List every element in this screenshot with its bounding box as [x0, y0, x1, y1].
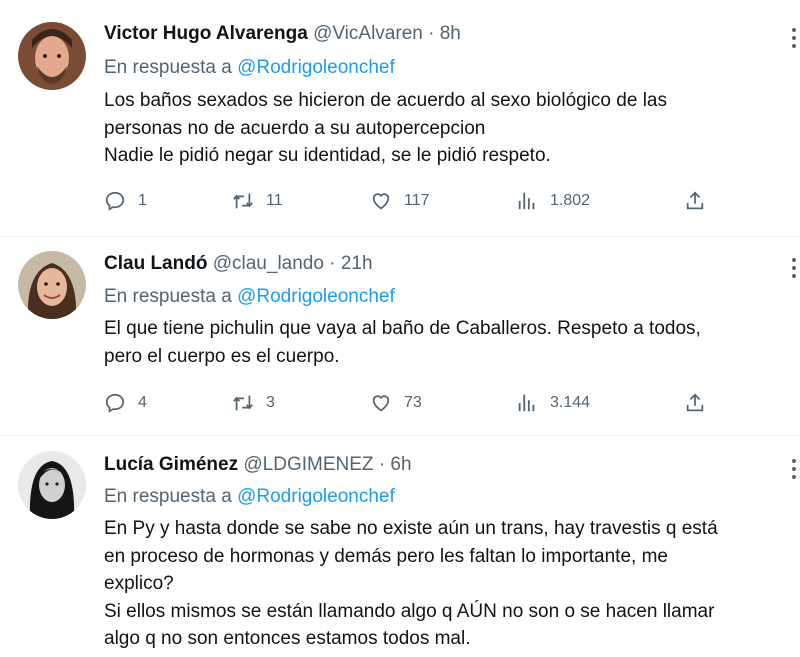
like-count: 73 — [404, 394, 422, 411]
tweet-text-line: En Py y hasta donde se sabe no existe aú… — [104, 518, 718, 539]
tweet-header: Clau Landó @clau_lando · 21h — [104, 251, 373, 277]
like-button[interactable]: 73 — [370, 389, 422, 417]
retweet-icon — [233, 193, 253, 209]
tweet-text-line: personas no de acuerdo a su autopercepci… — [104, 117, 486, 139]
heart-icon — [372, 395, 390, 412]
share-button[interactable] — [684, 389, 706, 417]
more-icon[interactable] — [786, 256, 800, 280]
views-icon — [518, 192, 535, 210]
separator: · — [378, 454, 386, 475]
views-button[interactable]: 1.802 — [516, 187, 590, 215]
view-count: 1.802 — [550, 192, 591, 209]
tweet-header: Victor Hugo Alvarenga @VicAlvaren · 8h — [104, 21, 461, 47]
avatar-image — [18, 22, 86, 90]
author-handle[interactable]: @VicAlvaren — [313, 23, 423, 44]
tweet-text: El que tiene pichulin que vaya al baño d… — [104, 315, 794, 370]
share-icon — [686, 191, 704, 210]
retweet-button[interactable]: 3 — [232, 389, 275, 417]
reply-mention-link[interactable]: @Rodrigoleonchef — [237, 57, 395, 78]
retweet-count: 11 — [266, 192, 283, 209]
views-icon — [518, 394, 535, 412]
reply-prefix: En respuesta a — [104, 286, 232, 307]
reply-count: 1 — [138, 192, 147, 209]
author-name[interactable]: Clau Landó — [104, 253, 207, 274]
reply-mention-link[interactable]: @Rodrigoleonchef — [237, 286, 395, 307]
reply-count: 4 — [138, 394, 147, 411]
avatar-image — [18, 451, 86, 519]
tweet-actions: 4 3 73 3.144 — [104, 389, 724, 417]
reply-mention-link[interactable]: @Rodrigoleonchef — [237, 486, 395, 507]
tweet-text-line: explico? — [104, 573, 174, 594]
tweet-text-line: Si ellos mismos se están llamando algo q… — [104, 600, 715, 622]
retweet-button[interactable]: 11 — [232, 187, 283, 215]
heart-icon — [372, 193, 390, 210]
avatar[interactable] — [18, 251, 86, 319]
tweet-text-line: pero el cuerpo es el cuerpo. — [104, 345, 340, 367]
timestamp[interactable]: 21h — [341, 253, 373, 274]
like-count: 117 — [404, 192, 430, 209]
tweet-text-line: Nadie le pidió negar su identidad, se le… — [104, 145, 551, 166]
more-icon[interactable] — [786, 26, 800, 50]
timestamp[interactable]: 6h — [390, 454, 411, 475]
reply-icon — [105, 393, 125, 413]
tweet-text-line: algo q no son entonces estamos todos mal… — [104, 628, 471, 649]
view-count: 3.144 — [550, 394, 591, 411]
author-name[interactable]: Victor Hugo Alvarenga — [104, 23, 308, 44]
tweet[interactable]: Victor Hugo Alvarenga @VicAlvaren · 8h E… — [0, 0, 800, 236]
tweet[interactable]: Clau Landó @clau_lando · 21h En respuest… — [0, 237, 800, 435]
like-button[interactable]: 117 — [370, 187, 430, 215]
tweet-text-line: Los baños sexados se hicieron de acuerdo… — [104, 90, 667, 111]
reply-context: En respuesta a @Rodrigoleonchef — [104, 55, 395, 81]
share-button[interactable] — [684, 187, 706, 215]
reply-prefix: En respuesta a — [104, 57, 232, 78]
reply-icon — [105, 191, 125, 211]
tweet-text: Los baños sexados se hicieron de acuerdo… — [104, 87, 794, 170]
author-name[interactable]: Lucía Giménez — [104, 454, 238, 475]
avatar[interactable] — [18, 451, 86, 519]
author-handle[interactable]: @LDGIMENEZ — [243, 454, 373, 475]
timestamp[interactable]: 8h — [440, 23, 461, 44]
views-button[interactable]: 3.144 — [516, 389, 590, 417]
tweet-header: Lucía Giménez @LDGIMENEZ · 6h — [104, 452, 412, 478]
reply-prefix: En respuesta a — [104, 486, 232, 507]
tweet-text-line: en proceso de hormonas y demás pero les … — [104, 545, 668, 567]
reply-button[interactable]: 4 — [104, 389, 147, 417]
tweet-actions: 1 11 117 1.802 — [104, 187, 724, 215]
retweet-count: 3 — [266, 394, 275, 411]
retweet-icon — [233, 395, 253, 411]
avatar-image — [18, 251, 86, 319]
avatar[interactable] — [18, 22, 86, 90]
reply-button[interactable]: 1 — [104, 187, 147, 215]
separator: · — [428, 23, 435, 44]
separator: · — [329, 253, 336, 274]
tweet[interactable]: Lucía Giménez @LDGIMENEZ · 6h En respues… — [0, 436, 800, 657]
reply-context: En respuesta a @Rodrigoleonchef — [104, 284, 395, 310]
tweet-text-line: El que tiene pichulin que vaya al baño d… — [104, 318, 701, 339]
share-icon — [686, 393, 704, 412]
author-handle[interactable]: @clau_lando — [213, 253, 324, 274]
more-icon[interactable] — [786, 457, 800, 481]
tweet-text: En Py y hasta donde se sabe no existe aú… — [104, 515, 794, 653]
reply-context: En respuesta a @Rodrigoleonchef — [104, 484, 395, 510]
